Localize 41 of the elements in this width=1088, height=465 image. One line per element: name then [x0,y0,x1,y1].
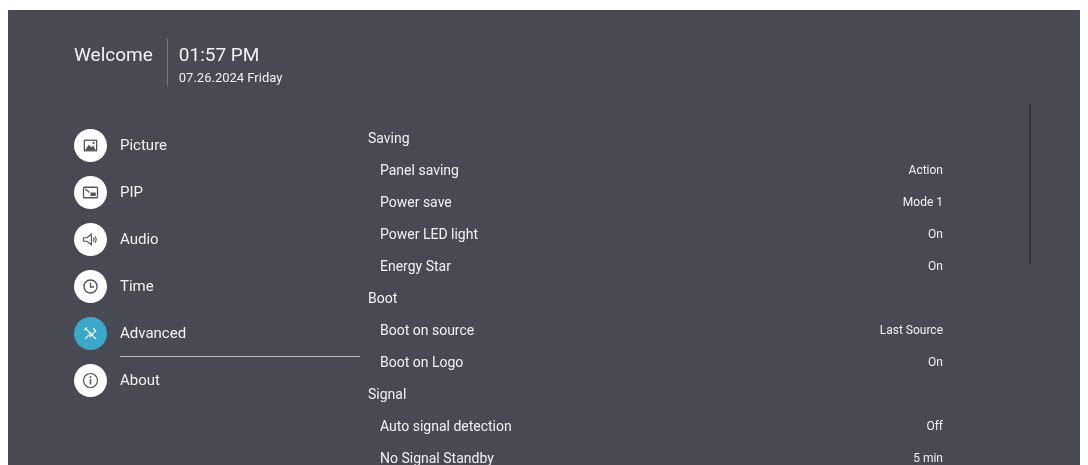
setting-label: Power LED light [380,225,478,244]
setting-value: 5 min [913,450,943,465]
setting-value: Action [908,162,943,179]
setting-value: Last Source [879,322,943,339]
section-heading: Signal [368,385,408,404]
tools-icon[interactable] [74,317,107,350]
info-icon[interactable] [74,364,107,397]
setting-label: Auto signal detection [380,417,512,436]
scrollbar[interactable] [1029,104,1031,264]
setting-row[interactable]: Auto signal detection Off [368,410,943,442]
setting-row[interactable]: Boot on Logo On [368,346,943,378]
setting-label: Energy Star [380,257,451,276]
pip-icon[interactable] [74,176,107,209]
clock-time: 01:57 PM [178,43,261,66]
menu-item[interactable]: PIP [120,169,360,216]
clock-icon[interactable] [74,270,107,303]
welcome-text: Welcome [74,43,154,66]
menu-item[interactable]: Advanced [120,310,360,357]
image-icon[interactable] [74,129,107,162]
setting-row[interactable]: Energy Star On [368,250,943,282]
menu-item[interactable]: Picture [120,122,360,169]
section-heading: Boot [368,289,399,308]
setting-row[interactable]: Boot on source Last Source [368,314,943,346]
menu-item[interactable]: Time [120,263,360,310]
setting-value: On [928,226,943,243]
setting-value: Off [926,418,943,435]
setting-value: Mode 1 [902,194,943,211]
setting-row[interactable]: Power LED light On [368,218,943,250]
speaker-icon[interactable] [74,223,107,256]
date-text: 07.26.2024 Friday [178,70,283,85]
setting-label: Panel saving [380,161,459,180]
setting-value: On [928,258,943,275]
setting-value: On [928,354,943,371]
setting-row[interactable]: Panel saving Action [368,154,943,186]
setting-label: Power save [380,193,452,212]
menu-item[interactable]: Audio [120,216,360,263]
menu-item[interactable]: About [120,357,360,404]
setting-label: Boot on source [380,321,475,340]
setting-row[interactable]: Power save Mode 1 [368,186,943,218]
setting-label: Boot on Logo [380,353,464,372]
section-heading: Saving [368,129,411,148]
